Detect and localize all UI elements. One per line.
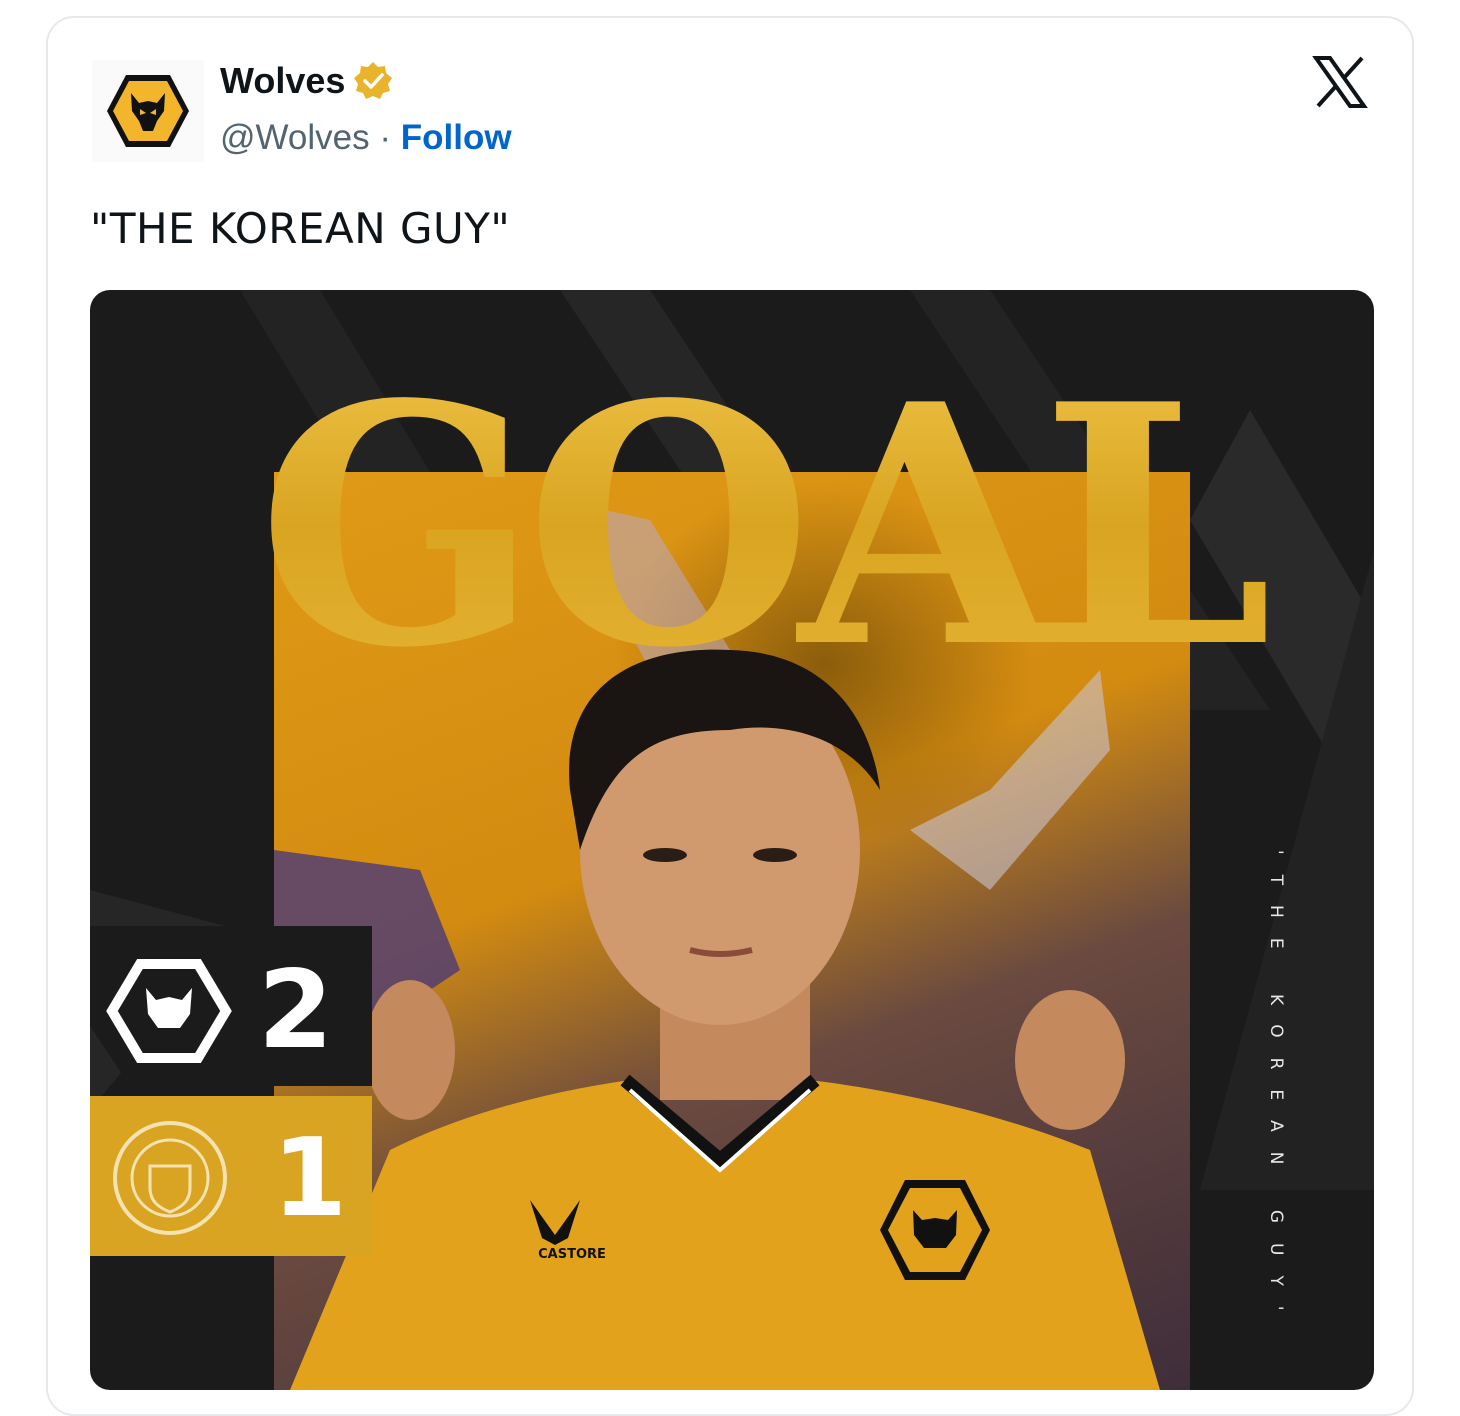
kit-sponsor: CASTORE [538, 1247, 606, 1262]
verified-badge-icon [354, 62, 393, 99]
author-name-row: Wolves [220, 60, 393, 102]
separator: · [369, 118, 401, 157]
goal-headline: GOAL [257, 332, 1281, 710]
follow-button[interactable]: Follow [401, 118, 512, 158]
avatar[interactable] [92, 60, 204, 162]
post-media-image[interactable]: CASTORE GOAL 'THE KOREAN GUY' 2 1 [90, 290, 1374, 1390]
post-text: "THE KOREAN GUY" [90, 204, 511, 253]
embedded-post-card[interactable]: Wolves @Wolves · Follow "THE KOREAN GUY" [46, 16, 1414, 1416]
home-score: 2 [258, 948, 334, 1073]
handle[interactable]: @Wolves [220, 118, 370, 158]
handle-row: @Wolves · Follow [220, 118, 512, 158]
away-score: 1 [272, 1116, 348, 1241]
side-caption: 'THE KOREAN GUY' [1266, 850, 1286, 1331]
display-name[interactable]: Wolves [220, 60, 345, 102]
goal-text: GOAL [257, 332, 1267, 710]
wolves-logo-icon [107, 75, 189, 147]
x-logo-icon[interactable] [1312, 54, 1368, 110]
